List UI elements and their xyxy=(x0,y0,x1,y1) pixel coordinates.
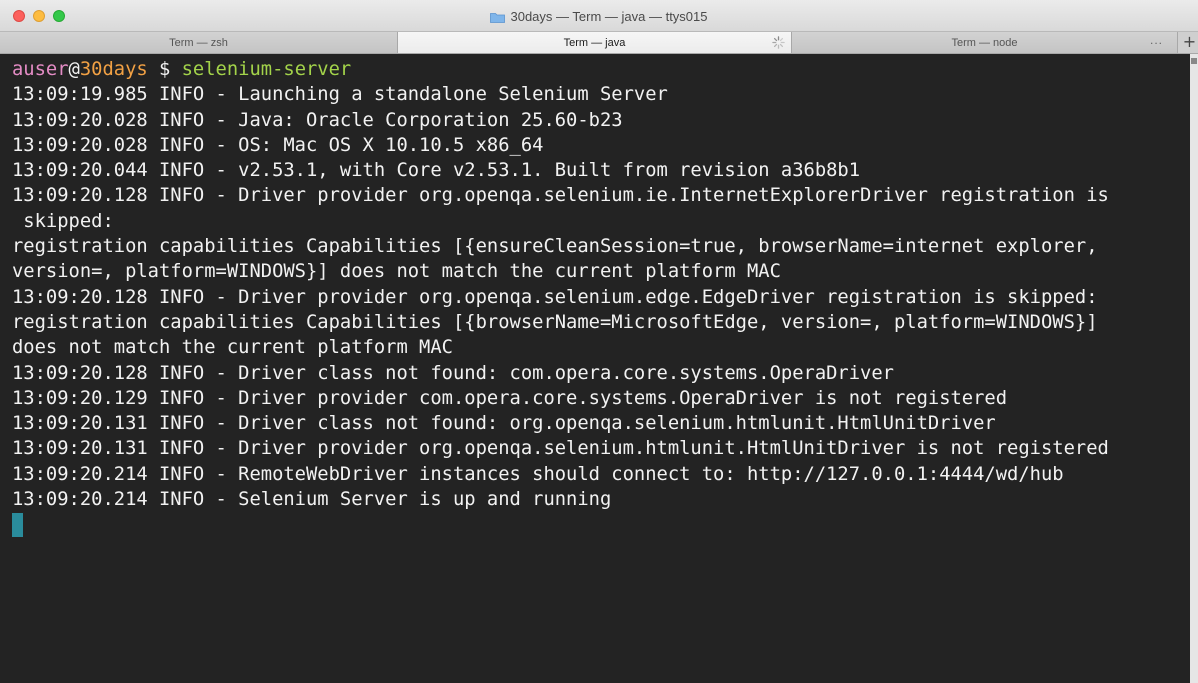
prompt-at: @ xyxy=(68,59,80,80)
tab-term-node[interactable]: Term — node ... xyxy=(792,32,1178,53)
tab-label: Term — node xyxy=(951,36,1018,49)
output-line: 13:09:20.028 INFO - Java: Oracle Corpora… xyxy=(12,109,623,131)
prompt-command: selenium-server xyxy=(181,59,352,80)
window-title-wrap: 30days — Term — java — ttys015 xyxy=(0,0,1198,32)
output-line: registration capabilities Capabilities [… xyxy=(12,311,1098,333)
window-title: 30days — Term — java — ttys015 xyxy=(510,8,708,24)
output-line: 13:09:20.131 INFO - Driver class not fou… xyxy=(12,413,996,435)
output-line: skipped: xyxy=(12,210,114,232)
output-line: registration capabilities Capabilities [… xyxy=(12,236,1098,258)
output-line: 13:09:20.214 INFO - Selenium Server is u… xyxy=(12,489,612,511)
output-line: 13:09:20.128 INFO - Driver class not fou… xyxy=(12,362,894,384)
output-line: 13:09:19.985 INFO - Launching a standalo… xyxy=(12,84,668,106)
cursor xyxy=(12,512,23,537)
spinner-icon xyxy=(772,36,785,49)
prompt-symbol: $ xyxy=(147,59,182,80)
tab-term-zsh[interactable]: Term — zsh xyxy=(0,32,398,53)
scroll-marker-icon xyxy=(1191,58,1197,64)
terminal-output[interactable]: auser@30days $ selenium-server 13:09:19.… xyxy=(0,54,1190,683)
output-line: 13:09:20.129 INFO - Driver provider com.… xyxy=(12,387,1008,409)
output-line: 13:09:20.128 INFO - Driver provider org.… xyxy=(12,185,1109,207)
folder-icon xyxy=(490,12,506,23)
prompt-host: 30days xyxy=(79,59,148,80)
tab-bar: Term — zsh Term — java Term — node ... + xyxy=(0,32,1198,54)
more-icon[interactable]: ... xyxy=(1150,33,1163,47)
prompt-user: auser xyxy=(12,59,69,80)
output-line: 13:09:20.044 INFO - v2.53.1, with Core v… xyxy=(12,160,861,182)
new-tab-button[interactable]: + xyxy=(1181,32,1198,53)
output-line: 13:09:20.028 INFO - OS: Mac OS X 10.10.5… xyxy=(12,134,544,156)
title-bar: 30days — Term — java — ttys015 xyxy=(0,0,1198,32)
output-line: version=, platform=WINDOWS}] does not ma… xyxy=(12,261,781,283)
output-line: does not match the current platform MAC xyxy=(12,337,453,359)
scrollbar[interactable] xyxy=(1190,54,1198,683)
prompt-line: auser@30days $ selenium-server xyxy=(12,57,1190,82)
tab-label: Term — java xyxy=(563,36,626,49)
output-line: 13:09:20.128 INFO - Driver provider org.… xyxy=(12,286,1098,308)
output-line: 13:09:20.131 INFO - Driver provider org.… xyxy=(12,438,1109,460)
tab-term-java[interactable]: Term — java xyxy=(398,32,792,53)
tab-label: Term — zsh xyxy=(169,36,228,49)
terminal-window: 30days — Term — java — ttys015 Term — zs… xyxy=(0,0,1198,683)
output-line: 13:09:20.214 INFO - RemoteWebDriver inst… xyxy=(12,463,1064,485)
cursor-line xyxy=(12,512,1190,537)
